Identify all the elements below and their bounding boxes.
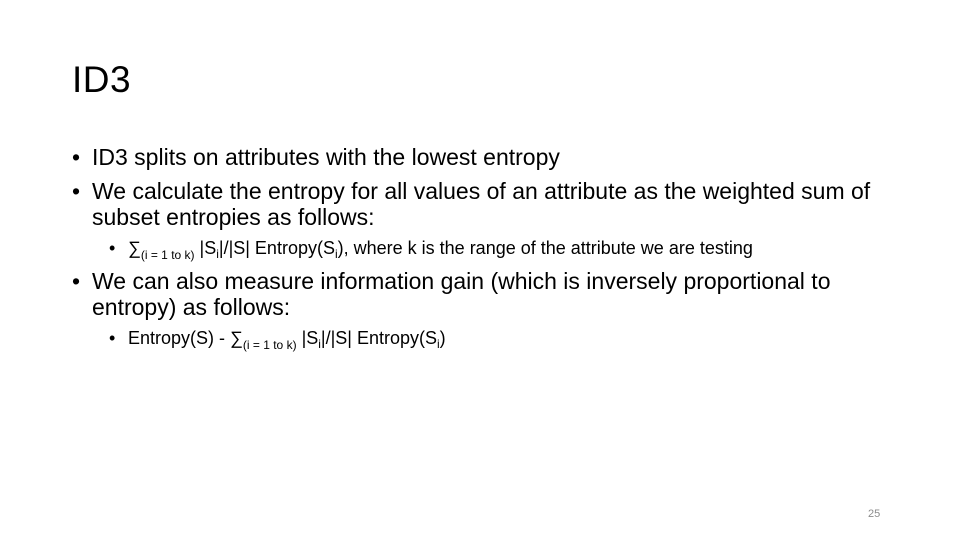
sum-symbol: ∑ xyxy=(230,328,243,348)
page-number: 25 xyxy=(868,508,881,520)
bullet-dot: • xyxy=(72,178,81,204)
bullet-dot: • xyxy=(72,268,81,294)
bullet-1-text: ID3 splits on attributes with the lowest… xyxy=(92,144,560,170)
bullet-3-sub: • Entropy(S) - ∑(i = 1 to k) |Si|/|S| En… xyxy=(72,328,892,351)
bullet-3: • We can also measure information gain (… xyxy=(72,268,892,320)
formula-part-c: ) xyxy=(439,328,446,348)
bullet-2-text: We calculate the entropy for all values … xyxy=(92,178,871,230)
bullet-2-sub: • ∑(i = 1 to k) |Si|/|S| Entropy(Si), wh… xyxy=(72,238,892,261)
formula-part-c: ), where k is the range of the attribute… xyxy=(337,238,753,258)
bullet-1: • ID3 splits on attributes with the lowe… xyxy=(72,144,892,170)
sub-bullet-dot: • xyxy=(109,238,116,258)
bullet-3-text: We can also measure information gain (wh… xyxy=(92,268,831,320)
bullet-dot: • xyxy=(72,144,81,170)
slide-title: ID3 xyxy=(72,59,132,100)
sub-bullet-dot: • xyxy=(109,328,116,348)
formula-part-b: |/|S| Entropy(S xyxy=(218,238,335,258)
formula-part-a: |S xyxy=(296,328,319,348)
formula-part-b: |/|S| Entropy(S xyxy=(320,328,437,348)
sum-range: (i = 1 to k) xyxy=(140,248,195,262)
bullet-2: • We calculate the entropy for all value… xyxy=(72,178,892,230)
sum-symbol: ∑ xyxy=(128,238,141,258)
formula-part-a: |S xyxy=(194,238,217,258)
slide-body: • ID3 splits on attributes with the lowe… xyxy=(72,144,892,358)
slide: ID3 • ID3 splits on attributes with the … xyxy=(0,0,960,540)
formula-prefix: Entropy(S) - xyxy=(128,328,231,348)
sum-range: (i = 1 to k) xyxy=(242,338,297,352)
